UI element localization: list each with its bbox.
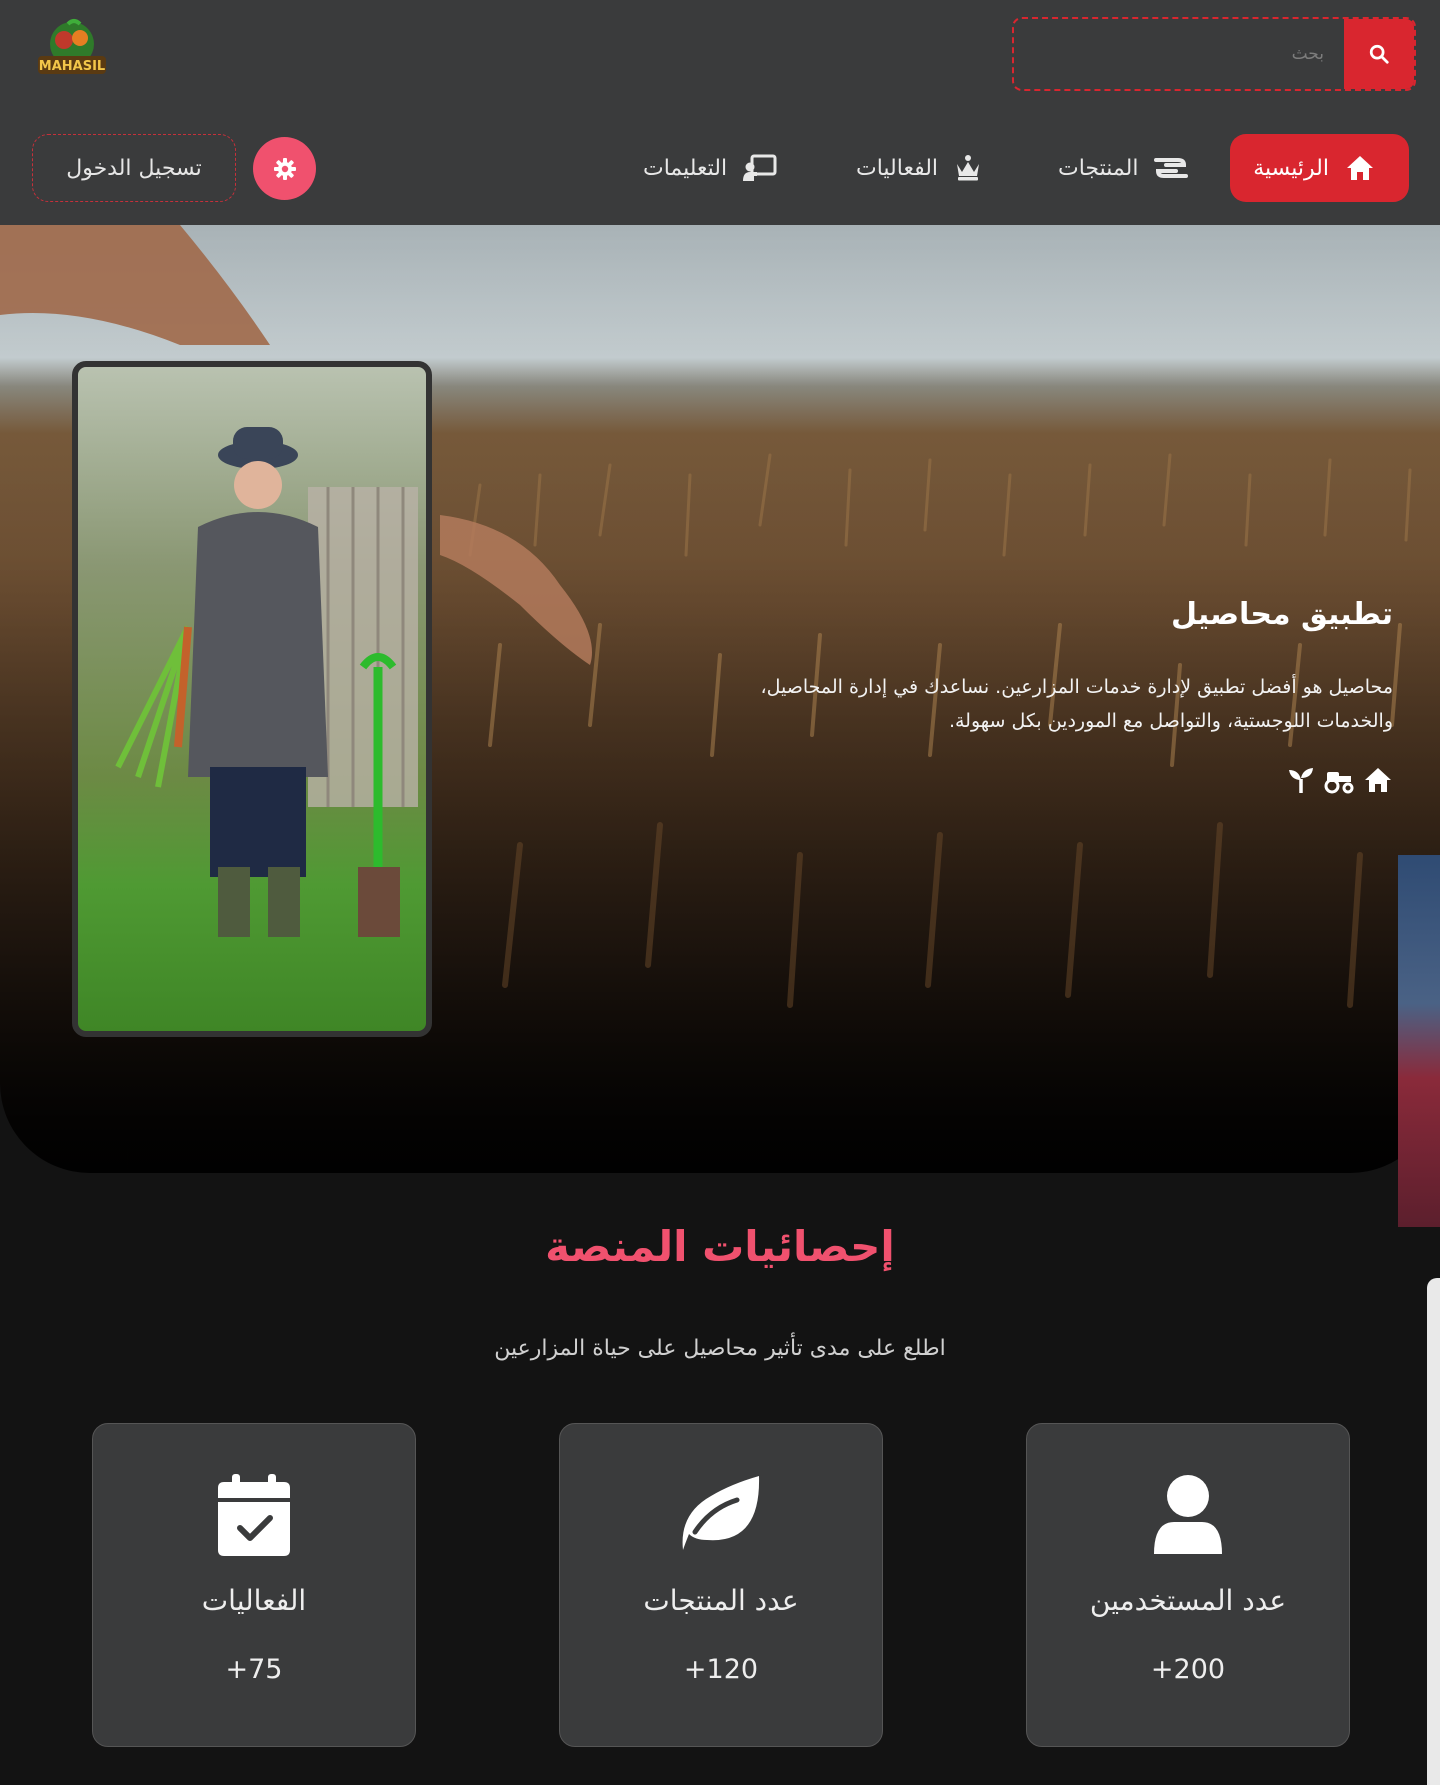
hand-holding-icon <box>1154 158 1189 178</box>
search-icon <box>1369 44 1389 64</box>
settings-button[interactable] <box>253 137 316 200</box>
hero-description-line-2: والخدمات اللوجستية، والتواصل مع الموردين… <box>948 710 1393 732</box>
stat-card-value: 200+ <box>1150 1654 1226 1685</box>
leaf-icon <box>682 1476 760 1550</box>
nav-instructions-label: التعليمات <box>643 155 728 181</box>
login-button-label: تسجيل الدخول <box>66 155 202 181</box>
chess-queen-icon <box>957 155 980 181</box>
stat-card-label: عدد المستخدمين <box>1089 1584 1287 1617</box>
chalkboard-teacher-icon <box>743 154 777 181</box>
farmer-illustration <box>115 427 418 937</box>
tractor-icon <box>1324 772 1354 794</box>
hero-section: تطبيق محاصيل محاصيل هو أفضل تطبيق لإدارة… <box>0 225 1440 1173</box>
calendar-check-icon <box>218 1474 290 1556</box>
stats-title: إحصائيات المنصة <box>545 1222 895 1271</box>
nav-instructions[interactable]: التعليمات <box>643 134 777 202</box>
search-button[interactable] <box>1344 19 1414 89</box>
stat-card-label: عدد المنتجات <box>643 1584 799 1617</box>
stats-subtitle: اطلع على مدى تأثير محاصيل على حياة المزا… <box>494 1336 946 1361</box>
nav-events-label: الفعاليات <box>856 155 939 181</box>
stat-card-products: عدد المنتجات 120+ <box>559 1423 883 1747</box>
site-header: MAHASIL الرئيسية المنتجات <box>0 0 1440 225</box>
logo-text: MAHASIL <box>39 59 105 74</box>
hero-icon-row <box>1287 766 1393 794</box>
search-input[interactable] <box>1014 19 1344 89</box>
nav-events[interactable]: الفعاليات <box>856 134 982 202</box>
search-bar <box>1012 17 1416 91</box>
site-logo[interactable]: MAHASIL <box>34 16 110 88</box>
stat-card-label: الفعاليات <box>201 1584 307 1617</box>
stat-card-users: عدد المستخدمين 200+ <box>1026 1423 1350 1747</box>
nav-home[interactable]: الرئيسية <box>1230 134 1409 202</box>
nav-home-label: الرئيسية <box>1253 155 1329 181</box>
farmer-photo <box>72 361 432 1037</box>
side-decoration <box>1398 855 1440 1227</box>
seedling-icon <box>1289 768 1313 793</box>
user-icon <box>1154 1475 1222 1554</box>
nav-products[interactable]: المنتجات <box>1058 134 1189 202</box>
home-icon <box>1365 768 1391 792</box>
gear-icon <box>273 157 296 180</box>
stat-card-value: 120+ <box>683 1654 759 1685</box>
stat-card-events: الفعاليات 75+ <box>92 1423 416 1747</box>
hero-title: تطبيق محاصيل <box>1171 597 1393 632</box>
nav-products-label: المنتجات <box>1058 155 1139 181</box>
login-button[interactable]: تسجيل الدخول <box>32 134 236 202</box>
hero-description-line-1: محاصيل هو أفضل تطبيق لإدارة خدمات المزار… <box>760 676 1393 698</box>
hero-description: محاصيل هو أفضل تطبيق لإدارة خدمات المزار… <box>733 670 1393 738</box>
stat-card-value: 75+ <box>225 1654 283 1685</box>
home-icon <box>1347 156 1373 180</box>
scrollbar[interactable] <box>1427 1278 1440 1785</box>
